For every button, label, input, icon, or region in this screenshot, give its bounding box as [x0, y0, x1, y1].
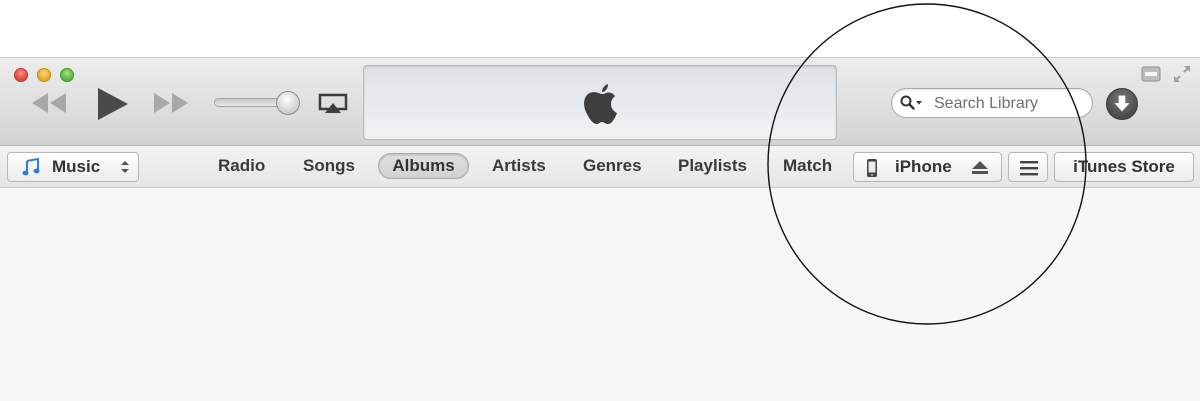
tab-match[interactable]: Match [783, 156, 832, 176]
library-content [0, 188, 1200, 401]
tab-radio[interactable]: Radio [218, 156, 265, 176]
media-type-selector[interactable]: Music [7, 152, 139, 182]
minimize-icon[interactable] [37, 68, 51, 82]
iphone-icon [867, 159, 877, 177]
itunes-store-button[interactable]: iTunes Store [1054, 152, 1194, 182]
itunes-window: Music Radio Songs Albums Artists Genres … [0, 57, 1200, 401]
navigation-bar: Music Radio Songs Albums Artists Genres … [0, 146, 1200, 188]
device-label: iPhone [895, 157, 952, 176]
eject-icon[interactable] [972, 161, 988, 174]
apple-logo [584, 84, 617, 124]
tab-songs[interactable]: Songs [303, 156, 355, 176]
search-icon[interactable] [900, 95, 924, 111]
media-type-label: Music [52, 157, 101, 176]
fast-forward-icon[interactable] [152, 92, 190, 114]
miniplayer-icon[interactable] [1141, 66, 1161, 82]
fullscreen-icon[interactable] [1172, 64, 1192, 84]
volume-knob[interactable] [276, 91, 300, 115]
tab-artists[interactable]: Artists [492, 156, 546, 176]
device-button[interactable]: iPhone [853, 152, 1002, 182]
close-icon[interactable] [14, 68, 28, 82]
downloads-icon[interactable] [1106, 88, 1138, 120]
rewind-icon[interactable] [30, 92, 68, 114]
search-field[interactable] [891, 88, 1093, 118]
search-input[interactable] [932, 93, 1086, 115]
play-icon[interactable] [96, 87, 130, 121]
menu-button[interactable] [1008, 152, 1048, 182]
lcd-display [363, 65, 837, 140]
toolbar [0, 58, 1200, 146]
chevron-updown-icon [121, 161, 129, 173]
music-note-icon [22, 158, 40, 176]
airplay-icon[interactable] [318, 93, 348, 115]
zoom-icon[interactable] [60, 68, 74, 82]
tab-playlists[interactable]: Playlists [678, 156, 747, 176]
tab-albums[interactable]: Albums [378, 153, 469, 179]
menu-icon [1020, 161, 1038, 176]
tab-genres[interactable]: Genres [583, 156, 642, 176]
